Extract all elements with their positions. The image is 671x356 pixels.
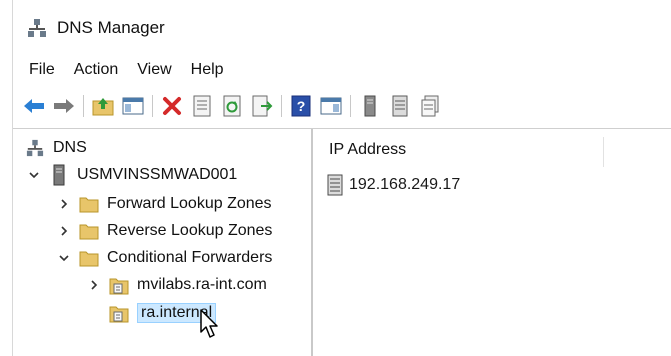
- tree-label-mvilabs: mvilabs.ra-int.com: [137, 276, 267, 293]
- help-icon[interactable]: ?: [288, 93, 314, 119]
- tree-item-mvilabs[interactable]: mvilabs.ra-int.com: [87, 272, 267, 298]
- column-divider[interactable]: [603, 137, 604, 167]
- forwarder-zone-icon: [109, 303, 129, 323]
- dns-icon: [25, 138, 45, 158]
- folder-icon: [79, 221, 99, 241]
- svg-text:?: ?: [297, 98, 306, 114]
- chevron-right-icon[interactable]: [57, 224, 71, 238]
- tree-item-server[interactable]: USMVINSSMWAD001: [27, 162, 237, 188]
- details-pane: IP Address 192.168.249.17: [315, 129, 671, 356]
- tree-item-reverse-lookup-zones[interactable]: Reverse Lookup Zones: [57, 218, 272, 244]
- export-list-icon[interactable]: [249, 93, 275, 119]
- toolbar-separator: [83, 95, 84, 117]
- folder-icon: [79, 194, 99, 214]
- ip-address-value: 192.168.249.17: [349, 176, 461, 193]
- tree-item-conditional-forwarders[interactable]: Conditional Forwarders: [57, 245, 272, 271]
- tree-label-server: USMVINSSMWAD001: [77, 166, 238, 183]
- back-icon[interactable]: [21, 93, 47, 119]
- title-bar: DNS Manager: [13, 0, 671, 56]
- chevron-right-icon[interactable]: [87, 278, 101, 292]
- menu-view[interactable]: View: [137, 61, 171, 79]
- tree-label-reverse-lookup-zones: Reverse Lookup Zones: [107, 222, 273, 239]
- console-tree: DNS USMVINSSMWAD001 Forward Lookup Zones…: [13, 129, 313, 356]
- toolbar: ?: [13, 88, 671, 124]
- dns-manager-icon: [27, 18, 47, 38]
- server-icon[interactable]: [357, 93, 383, 119]
- tree-item-dns[interactable]: DNS: [25, 135, 87, 161]
- delete-icon[interactable]: [159, 93, 185, 119]
- toolbar-separator: [152, 95, 153, 117]
- show-hide-action-pane-icon[interactable]: [318, 93, 344, 119]
- column-header-ip-address[interactable]: IP Address: [329, 141, 406, 159]
- menu-bar: File Action View Help: [13, 56, 671, 84]
- server-icon: [49, 164, 69, 186]
- list-item[interactable]: 192.168.249.17: [327, 174, 460, 196]
- main-panes: DNS USMVINSSMWAD001 Forward Lookup Zones…: [13, 128, 671, 356]
- up-folder-icon[interactable]: [90, 93, 116, 119]
- window-title: DNS Manager: [57, 18, 165, 37]
- refresh-icon[interactable]: [219, 93, 245, 119]
- tree-label-conditional-forwarders: Conditional Forwarders: [107, 249, 273, 266]
- toolbar-separator: [281, 95, 282, 117]
- forward-icon[interactable]: [51, 93, 77, 119]
- menu-action[interactable]: Action: [74, 61, 118, 79]
- folder-icon: [79, 248, 99, 268]
- tree-label-forward-lookup-zones: Forward Lookup Zones: [107, 195, 272, 212]
- properties-icon[interactable]: [189, 93, 215, 119]
- tree-label-dns: DNS: [53, 139, 87, 156]
- forwarder-zone-icon: [109, 275, 129, 295]
- chevron-down-icon[interactable]: [27, 168, 41, 182]
- menu-help[interactable]: Help: [191, 61, 224, 79]
- dns-manager-window: DNS Manager File Action View Help ? DNS …: [12, 0, 671, 356]
- mouse-cursor-icon: [200, 309, 218, 338]
- tree-item-forward-lookup-zones[interactable]: Forward Lookup Zones: [57, 191, 272, 217]
- show-hide-console-tree-icon[interactable]: [120, 93, 146, 119]
- toolbar-separator: [350, 95, 351, 117]
- forwarders-icon[interactable]: [417, 93, 443, 119]
- ip-server-icon: [327, 174, 343, 196]
- chevron-down-icon[interactable]: [57, 251, 71, 265]
- menu-file[interactable]: File: [29, 61, 55, 79]
- zone-icon[interactable]: [387, 93, 413, 119]
- chevron-right-icon[interactable]: [57, 197, 71, 211]
